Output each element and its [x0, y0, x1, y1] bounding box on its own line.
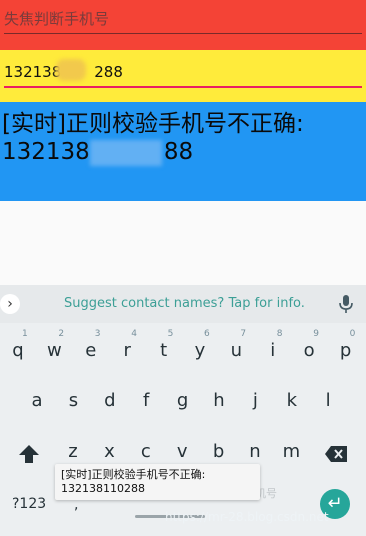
key-i[interactable]: i [257, 333, 289, 369]
toast-text: [实时]正则校验手机号不正确: 132138110288 [61, 468, 206, 495]
key-u[interactable]: u [220, 333, 252, 369]
key-hint-4: 4 [131, 329, 137, 339]
suggestion-bar: › Suggest contact names? Tap for info. [0, 285, 366, 323]
key-x[interactable]: x [93, 434, 125, 470]
key-hint-3: 3 [94, 329, 101, 339]
key-hint-0: 0 [349, 329, 356, 339]
key-c[interactable]: c [130, 434, 162, 470]
key-r[interactable]: r [111, 333, 143, 369]
key-h[interactable]: h [203, 383, 235, 419]
shift-icon[interactable] [18, 444, 40, 464]
realtime-result-panel: [实时]正则校验手机号不正确: 132138 88 [0, 102, 366, 201]
realtime-phone-field[interactable]: 132138 288 [0, 50, 366, 102]
suggestion-text[interactable]: Suggest contact names? Tap for info. [64, 296, 305, 311]
key-a[interactable]: a [21, 383, 53, 419]
key-g[interactable]: g [167, 383, 199, 419]
key-d[interactable]: d [94, 383, 126, 419]
key-p[interactable]: p [330, 333, 362, 369]
key-q[interactable]: q [2, 333, 34, 369]
watermark: https://mr-28.blog.csdn.net [165, 510, 329, 524]
key-t[interactable]: t [148, 333, 180, 369]
key-hint-7: 7 [240, 329, 247, 339]
key-hint-1: 1 [22, 329, 28, 339]
chevron-right-icon[interactable]: › [0, 294, 20, 314]
key-v[interactable]: v [166, 434, 198, 470]
backspace-icon[interactable] [325, 446, 347, 462]
key-e[interactable]: e [75, 333, 107, 369]
key-o[interactable]: o [293, 333, 325, 369]
key-n[interactable]: n [239, 434, 271, 470]
field-underline-active [4, 86, 362, 88]
key-hint-8: 8 [276, 329, 283, 339]
key-j[interactable]: j [239, 383, 271, 419]
enter-icon: ↵ [327, 493, 343, 514]
key-m[interactable]: m [275, 434, 307, 470]
key-hint-6: 6 [204, 329, 210, 339]
key-z[interactable]: z [57, 434, 89, 470]
key-k[interactable]: k [276, 383, 308, 419]
key-l[interactable]: l [312, 383, 344, 419]
key-y[interactable]: y [184, 333, 216, 369]
field-underline [4, 33, 362, 34]
key-hint-2: 2 [58, 329, 65, 339]
key-hint-9: 9 [313, 329, 319, 339]
key-b[interactable]: b [203, 434, 235, 470]
redaction-blur [56, 59, 86, 81]
key-f[interactable]: f [130, 383, 162, 419]
realtime-result-text: [实时]正则校验手机号不正确: 132138 88 [2, 111, 304, 165]
key-s[interactable]: s [57, 383, 89, 419]
key-hint-5: 5 [167, 329, 174, 339]
focus-loss-phone-field[interactable]: 失焦判断手机号 [0, 0, 366, 50]
symbols-mode-key[interactable]: ?123 [12, 496, 46, 512]
redaction-blur [90, 140, 162, 166]
mic-icon[interactable] [338, 294, 354, 314]
key-w[interactable]: w [38, 333, 70, 369]
focus-loss-phone-value: 失焦判断手机号 [4, 10, 110, 28]
